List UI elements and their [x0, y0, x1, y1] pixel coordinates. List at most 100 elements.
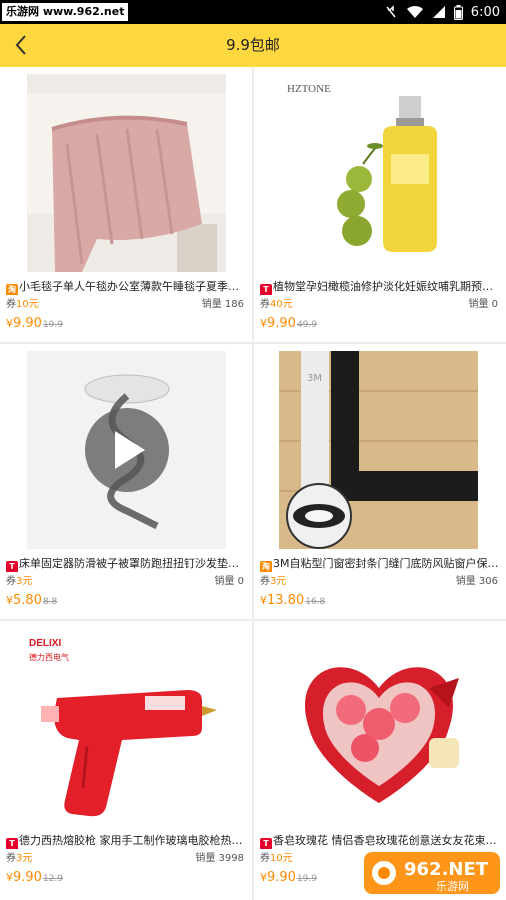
clock-time: 6:00: [470, 4, 500, 20]
currency-symbol: ¥: [260, 317, 267, 330]
currency-symbol: ¥: [260, 594, 267, 607]
price-value: 9.90: [13, 870, 42, 885]
price-value: 9.90: [267, 870, 296, 885]
wifi-icon: [406, 5, 424, 19]
site-watermark-tag: 乐游网 www.962.net: [2, 3, 129, 21]
price-row: ¥9.9049.9: [260, 313, 317, 331]
product-image-soap-roses: [279, 628, 478, 826]
site-logo-watermark: 962.NET 乐游网: [364, 852, 500, 894]
delixi-sub-text: 德力西电气: [29, 652, 69, 662]
price: ¥13.80: [260, 593, 304, 608]
product-title-row: 淘小毛毯子单人午毯办公室薄款午睡毯子夏季空调毯: [6, 279, 246, 295]
chevron-left-icon: [15, 35, 26, 55]
coupon-amount: 3元: [16, 853, 33, 864]
coupon-amount: 3元: [270, 576, 287, 587]
signal-icon: [432, 5, 446, 19]
original-price: 12.9: [42, 874, 63, 884]
product-meta: 券3元 销量 0: [6, 575, 246, 589]
product-image-blanket: [27, 74, 226, 272]
coupon-info: 券10元: [260, 853, 293, 864]
coupon-label: 券: [260, 576, 270, 587]
tmall-badge-icon: T: [260, 838, 272, 849]
site-logo-text: 962.NET: [404, 859, 489, 880]
product-grid: 淘小毛毯子单人午毯办公室薄款午睡毯子夏季空调毯 券10元 销量 186 ¥9.9…: [0, 67, 506, 900]
coupon-info: 券3元: [6, 853, 32, 864]
video-play-icon[interactable]: [27, 351, 226, 549]
price-value: 9.90: [13, 316, 42, 331]
original-price: 16.8: [305, 597, 326, 607]
delixi-brand-text: DELIXI: [29, 638, 61, 649]
app-header: 9.9包邮: [0, 24, 506, 67]
original-price: 19.9: [296, 874, 317, 884]
coupon-info: 券10元: [6, 299, 39, 310]
mute-icon: [384, 5, 398, 19]
product-title: 小毛毯子单人午毯办公室薄款午睡毯子夏季空调毯: [19, 280, 246, 293]
product-card[interactable]: T 床单固定器防滑被子被罩防跑扭扭钉沙发垫固定器 券3元 销量 0 ¥5.808.…: [0, 344, 252, 619]
coupon-amount: 3元: [16, 576, 33, 587]
coupon-info: 券3元: [6, 576, 32, 587]
product-title: 植物堂孕妇橄榄油修护淡化妊娠纹哺乳期预防专用油: [273, 280, 500, 293]
product-title: 德力西热熔胶枪 家用手工制作玻璃电胶枪热熔7mm: [19, 834, 246, 847]
page-title: 9.9包邮: [226, 36, 280, 54]
coupon-info: 券3元: [260, 576, 286, 587]
product-card[interactable]: HZTONE T植物堂孕妇橄榄油修护淡化妊娠纹哺乳期预防专用油 券40元 销量 …: [254, 67, 506, 342]
price-value: 13.80: [267, 593, 305, 608]
coupon-label: 券: [6, 576, 16, 587]
price: ¥9.90: [6, 870, 42, 885]
price-row: ¥9.9012.9: [6, 867, 63, 885]
coupon-label: 券: [260, 853, 270, 864]
coupon-label: 券: [260, 299, 270, 310]
product-title-row: T 德力西热熔胶枪 家用手工制作玻璃电胶枪热熔7mm: [6, 833, 246, 849]
price-row: ¥9.9019.9: [6, 313, 63, 331]
currency-symbol: ¥: [6, 594, 13, 607]
coupon-label: 券: [6, 299, 16, 310]
taobao-badge-icon: 淘: [260, 561, 272, 572]
coupon-amount: 10元: [16, 299, 39, 310]
battery-icon: [453, 4, 463, 20]
product-title: 香皂玫瑰花 情侣香皂玫瑰花创意送女友花束七夕礼物: [273, 834, 500, 847]
currency-symbol: ¥: [6, 317, 13, 330]
product-meta: 券3元 销量 3998: [6, 852, 246, 866]
product-meta: 券3元 销量 306: [260, 575, 500, 589]
price: ¥9.90: [6, 316, 42, 331]
price-value: 9.90: [267, 316, 296, 331]
tmall-badge-icon: T: [260, 284, 272, 295]
coupon-info: 券40元: [260, 299, 293, 310]
tmall-badge-icon: T: [6, 561, 18, 572]
product-card[interactable]: 3M 淘 3M自粘型门窗密封条门缝门底防风贴窗户保温条 券3元 销量 306 ¥1…: [254, 344, 506, 619]
product-title: 床单固定器防滑被子被罩防跑扭扭钉沙发垫固定器: [19, 557, 246, 570]
coupon-amount: 10元: [270, 853, 293, 864]
price: ¥9.90: [260, 870, 296, 885]
price: ¥9.90: [260, 316, 296, 331]
product-image-olive-oil: HZTONE: [279, 74, 478, 272]
original-price: 19.9: [42, 320, 63, 330]
price-value: 5.80: [13, 593, 42, 608]
product-card[interactable]: DELIXI 德力西电气 T 德力西热熔胶枪 家用手工制作玻璃电胶枪热熔7mm 券…: [0, 621, 252, 900]
product-title-row: T香皂玫瑰花 情侣香皂玫瑰花创意送女友花束七夕礼物: [260, 833, 500, 849]
price-row: ¥5.808.8: [6, 590, 57, 608]
product-image-glue-gun: DELIXI 德力西电气: [27, 628, 226, 826]
product-title-row: 淘 3M自粘型门窗密封条门缝门底防风贴窗户保温条: [260, 556, 500, 572]
product-meta: 券40元 销量 0: [260, 298, 500, 312]
product-image-sheet-holder: [27, 351, 226, 549]
original-price: 49.9: [296, 320, 317, 330]
product-title: 3M自粘型门窗密封条门缝门底防风贴窗户保温条: [273, 557, 500, 570]
product-card[interactable]: 淘小毛毯子单人午毯办公室薄款午睡毯子夏季空调毯 券10元 销量 186 ¥9.9…: [0, 67, 252, 342]
sales-count: 销量 0: [468, 299, 498, 310]
product-title-row: T植物堂孕妇橄榄油修护淡化妊娠纹哺乳期预防专用油: [260, 279, 500, 295]
hztone-brand-text: HZTONE: [287, 83, 331, 95]
price-row: ¥13.8016.8: [260, 590, 325, 608]
sales-count: 销量 186: [201, 299, 244, 310]
currency-symbol: ¥: [6, 871, 13, 884]
sales-count: 销量 0: [214, 576, 244, 587]
product-meta: 券10元 销量 186: [6, 298, 246, 312]
3m-mark-text: 3M: [307, 373, 322, 384]
sales-count: 销量 306: [455, 576, 498, 587]
product-card[interactable]: T香皂玫瑰花 情侣香皂玫瑰花创意送女友花束七夕礼物 券10元 ¥9.9019.9…: [254, 621, 506, 900]
price: ¥5.80: [6, 593, 42, 608]
price-row: ¥9.9019.9: [260, 867, 317, 885]
site-logo-subtext: 乐游网: [436, 880, 469, 893]
tmall-badge-icon: T: [6, 838, 18, 849]
taobao-badge-icon: 淘: [6, 284, 18, 295]
back-button[interactable]: [4, 28, 38, 62]
